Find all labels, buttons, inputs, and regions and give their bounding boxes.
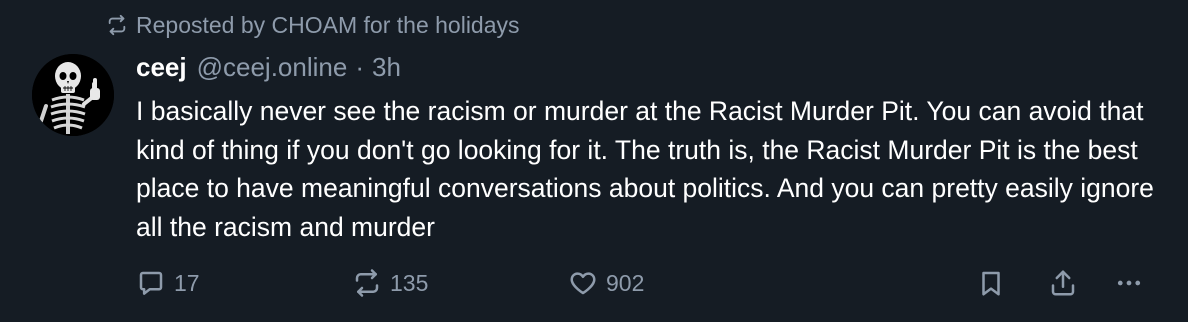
like-count: 902 bbox=[606, 269, 645, 296]
repost-button[interactable]: 135 bbox=[352, 262, 428, 304]
header-separator: · bbox=[355, 51, 364, 82]
reply-bubble-icon bbox=[139, 271, 163, 295]
share-button[interactable] bbox=[1048, 262, 1078, 304]
share-icon bbox=[1051, 270, 1075, 296]
heart-icon bbox=[570, 272, 596, 295]
post-actions: 17 135 902 bbox=[0, 262, 1188, 304]
repost-indicator[interactable]: Reposted by CHOAM for the holidays bbox=[106, 10, 520, 40]
repost-icon bbox=[355, 269, 379, 297]
like-button[interactable]: 902 bbox=[568, 262, 644, 304]
post-text: I basically never see the racism or murd… bbox=[136, 96, 1154, 242]
repost-count: 135 bbox=[390, 269, 429, 296]
more-dots-icon bbox=[1117, 280, 1141, 286]
author-handle[interactable]: @ceej.online bbox=[197, 52, 348, 83]
more-options-button[interactable] bbox=[1114, 262, 1144, 304]
reply-button[interactable]: 17 bbox=[136, 262, 200, 304]
skeleton-thumbs-up-avatar-icon bbox=[32, 54, 114, 136]
bookmark-button[interactable] bbox=[976, 262, 1006, 304]
post-timestamp[interactable]: 3h bbox=[372, 52, 401, 83]
post-header: ceej @ceej.online · 3h bbox=[136, 50, 401, 84]
repost-icon bbox=[108, 14, 126, 36]
bookmark-icon bbox=[982, 271, 1000, 296]
display-name[interactable]: ceej bbox=[136, 52, 187, 83]
avatar[interactable] bbox=[32, 54, 114, 136]
feed-post[interactable]: Reposted by CHOAM for the holidays ceej … bbox=[0, 0, 1188, 322]
repost-text: Reposted by CHOAM for the holidays bbox=[136, 11, 520, 38]
reply-count: 17 bbox=[174, 269, 200, 296]
